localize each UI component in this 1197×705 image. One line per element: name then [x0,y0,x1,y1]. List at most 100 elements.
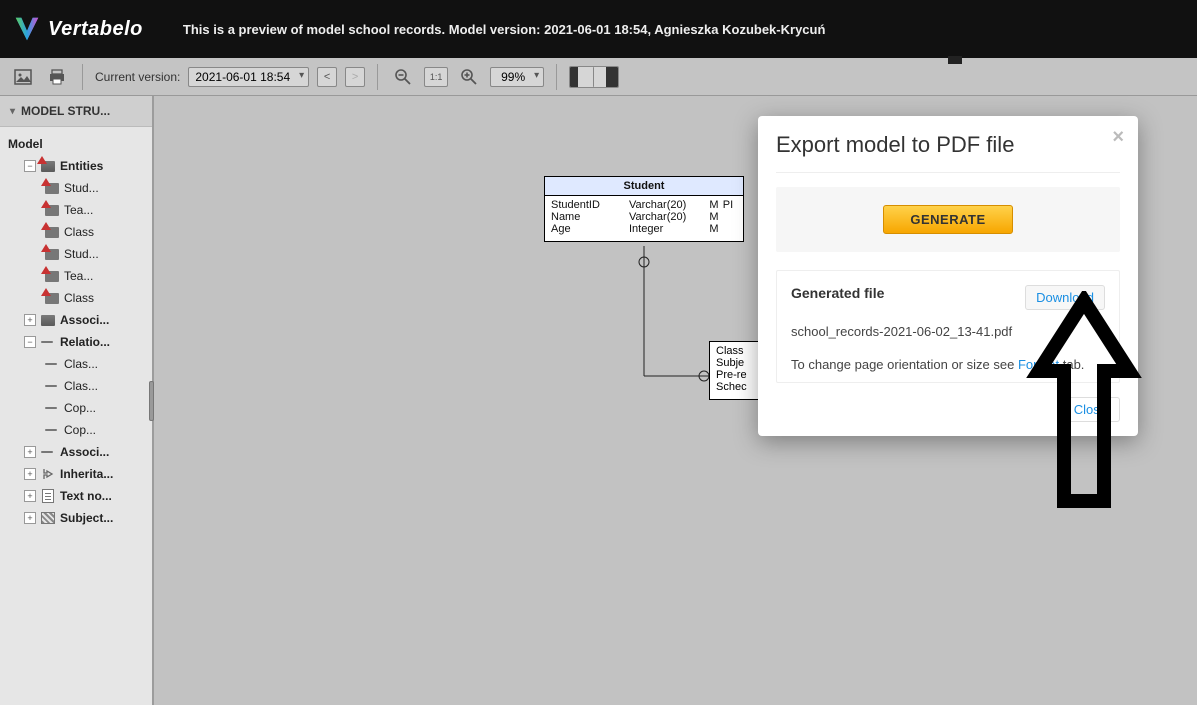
download-button[interactable]: Download [1025,285,1105,310]
modal-divider [776,172,1120,173]
tree-label: Tea... [64,269,150,283]
tree-relations[interactable]: −Relatio... [6,331,152,353]
toolbar-marker [948,56,962,64]
er-col-m: M [707,211,721,223]
zoom-out-icon[interactable] [390,64,416,90]
sidebar-header-label: MODEL STRU... [21,104,110,118]
tree-associations-2[interactable]: +Associ... [6,441,152,463]
er-col-type: Varchar(20) [629,199,707,211]
workspace: MODEL STRU... Model −Entities Stud... Te… [0,96,1197,705]
er-table-title: Student [545,177,743,196]
er-col-name: Age [551,223,629,235]
tree-label: Associ... [60,313,150,327]
toolbar-separator [82,64,83,90]
tree-label: Subject... [60,511,150,525]
table-warning-icon [45,293,59,304]
view-right-panel-button[interactable] [594,67,618,87]
tree-relation-item[interactable]: Clas... [6,353,152,375]
tree-subject-areas[interactable]: +Subject... [6,507,152,529]
tree-label: Class [64,225,150,239]
tree-entities[interactable]: −Entities [6,155,152,177]
tree-label: Stud... [64,181,150,195]
tree-entity-item[interactable]: Tea... [6,265,152,287]
tree-label: Tea... [64,203,150,217]
current-version-select[interactable]: 2021-06-01 18:54 [188,67,309,87]
tree-model-root[interactable]: Model [6,133,152,155]
er-col-pi [721,223,735,235]
print-icon[interactable] [44,64,70,90]
tree-label: Entities [60,159,150,173]
current-version-label: Current version: [95,70,180,84]
er-table-body: StudentIDVarchar(20)MPI NameVarchar(20)M… [545,196,743,241]
tree-entity-item[interactable]: Class [6,287,152,309]
tree-inheritances[interactable]: +Inherita... [6,463,152,485]
generated-filename: school_records-2021-06-02_13-41.pdf [791,324,1105,339]
tree-relation-item[interactable]: Cop... [6,419,152,441]
er-row: AgeIntegerM [551,223,737,235]
orientation-hint-prefix: To change page orientation or size see [791,357,1018,372]
logo-text: Vertabelo [48,18,143,41]
sidebar: MODEL STRU... Model −Entities Stud... Te… [0,96,154,705]
modal-close-x-icon[interactable]: × [1112,126,1124,149]
zoom-in-icon[interactable] [456,64,482,90]
er-col-m: M [707,199,721,211]
table-warning-icon [45,249,59,260]
tree-relation-item[interactable]: Cop... [6,397,152,419]
diagram-canvas[interactable]: Student StudentIDVarchar(20)MPI NameVarc… [154,96,1197,705]
relation-icon [41,447,55,457]
tree-entity-item[interactable]: Tea... [6,199,152,221]
tree-label: Text no... [60,489,150,503]
tree-label: Relatio... [60,335,150,349]
tree-entity-item[interactable]: Class [6,221,152,243]
tree-label: Class [64,291,150,305]
logo[interactable]: Vertabelo [12,14,143,44]
tree-entity-item[interactable]: Stud... [6,177,152,199]
er-table-student[interactable]: Student StudentIDVarchar(20)MPI NameVarc… [544,176,744,242]
er-row: NameVarchar(20)M [551,211,737,223]
hatch-icon [41,512,55,524]
toolbar-separator [556,64,557,90]
tree-associations[interactable]: +Associ... [6,309,152,331]
er-col-pi: PI [721,199,735,211]
table-warning-icon [45,183,59,194]
tree-label: Stud... [64,247,150,261]
image-icon[interactable] [10,64,36,90]
zoom-ratio-button[interactable]: 1:1 [424,67,448,87]
relation-icon [41,337,55,347]
tree-label: Associ... [60,445,150,459]
tree-label: Cop... [64,423,150,437]
relation-icon [45,403,59,413]
orientation-hint: To change page orientation or size see F… [791,357,1105,372]
relation-icon [45,381,59,391]
sidebar-header[interactable]: MODEL STRU... [0,96,152,127]
inherit-icon [40,467,56,481]
model-tree: Model −Entities Stud... Tea... Class Stu… [0,127,152,535]
generated-file-box: Generated file Download school_records-2… [776,270,1120,383]
tree-entity-item[interactable]: Stud... [6,243,152,265]
tree-label: Clas... [64,379,150,393]
relation-icon [45,425,59,435]
orientation-hint-suffix: tab. [1059,357,1084,372]
modal-close-button[interactable]: Close [1061,397,1120,422]
table-warning-icon [45,205,59,216]
view-left-panel-button[interactable] [570,67,594,87]
document-icon [42,489,54,503]
view-mode-group [569,66,619,88]
export-pdf-modal: × Export model to PDF file GENERATE Gene… [758,116,1138,436]
preview-info-text: This is a preview of model school record… [183,22,826,37]
tree-relation-item[interactable]: Clas... [6,375,152,397]
format-tab-link[interactable]: Format [1018,357,1059,372]
er-col-type: Varchar(20) [629,211,707,223]
prev-version-button[interactable]: < [317,67,337,87]
tree-label: Inherita... [60,467,150,481]
zoom-select[interactable]: 99% [490,67,544,87]
folder-warning-icon [41,161,55,172]
relation-icon [45,359,59,369]
modal-title: Export model to PDF file [776,132,1120,158]
next-version-button[interactable]: > [345,67,365,87]
generate-button[interactable]: GENERATE [883,205,1012,234]
table-warning-icon [45,227,59,238]
folder-icon [41,315,55,326]
tree-text-notes[interactable]: +Text no... [6,485,152,507]
tree-label: Model [8,137,150,151]
